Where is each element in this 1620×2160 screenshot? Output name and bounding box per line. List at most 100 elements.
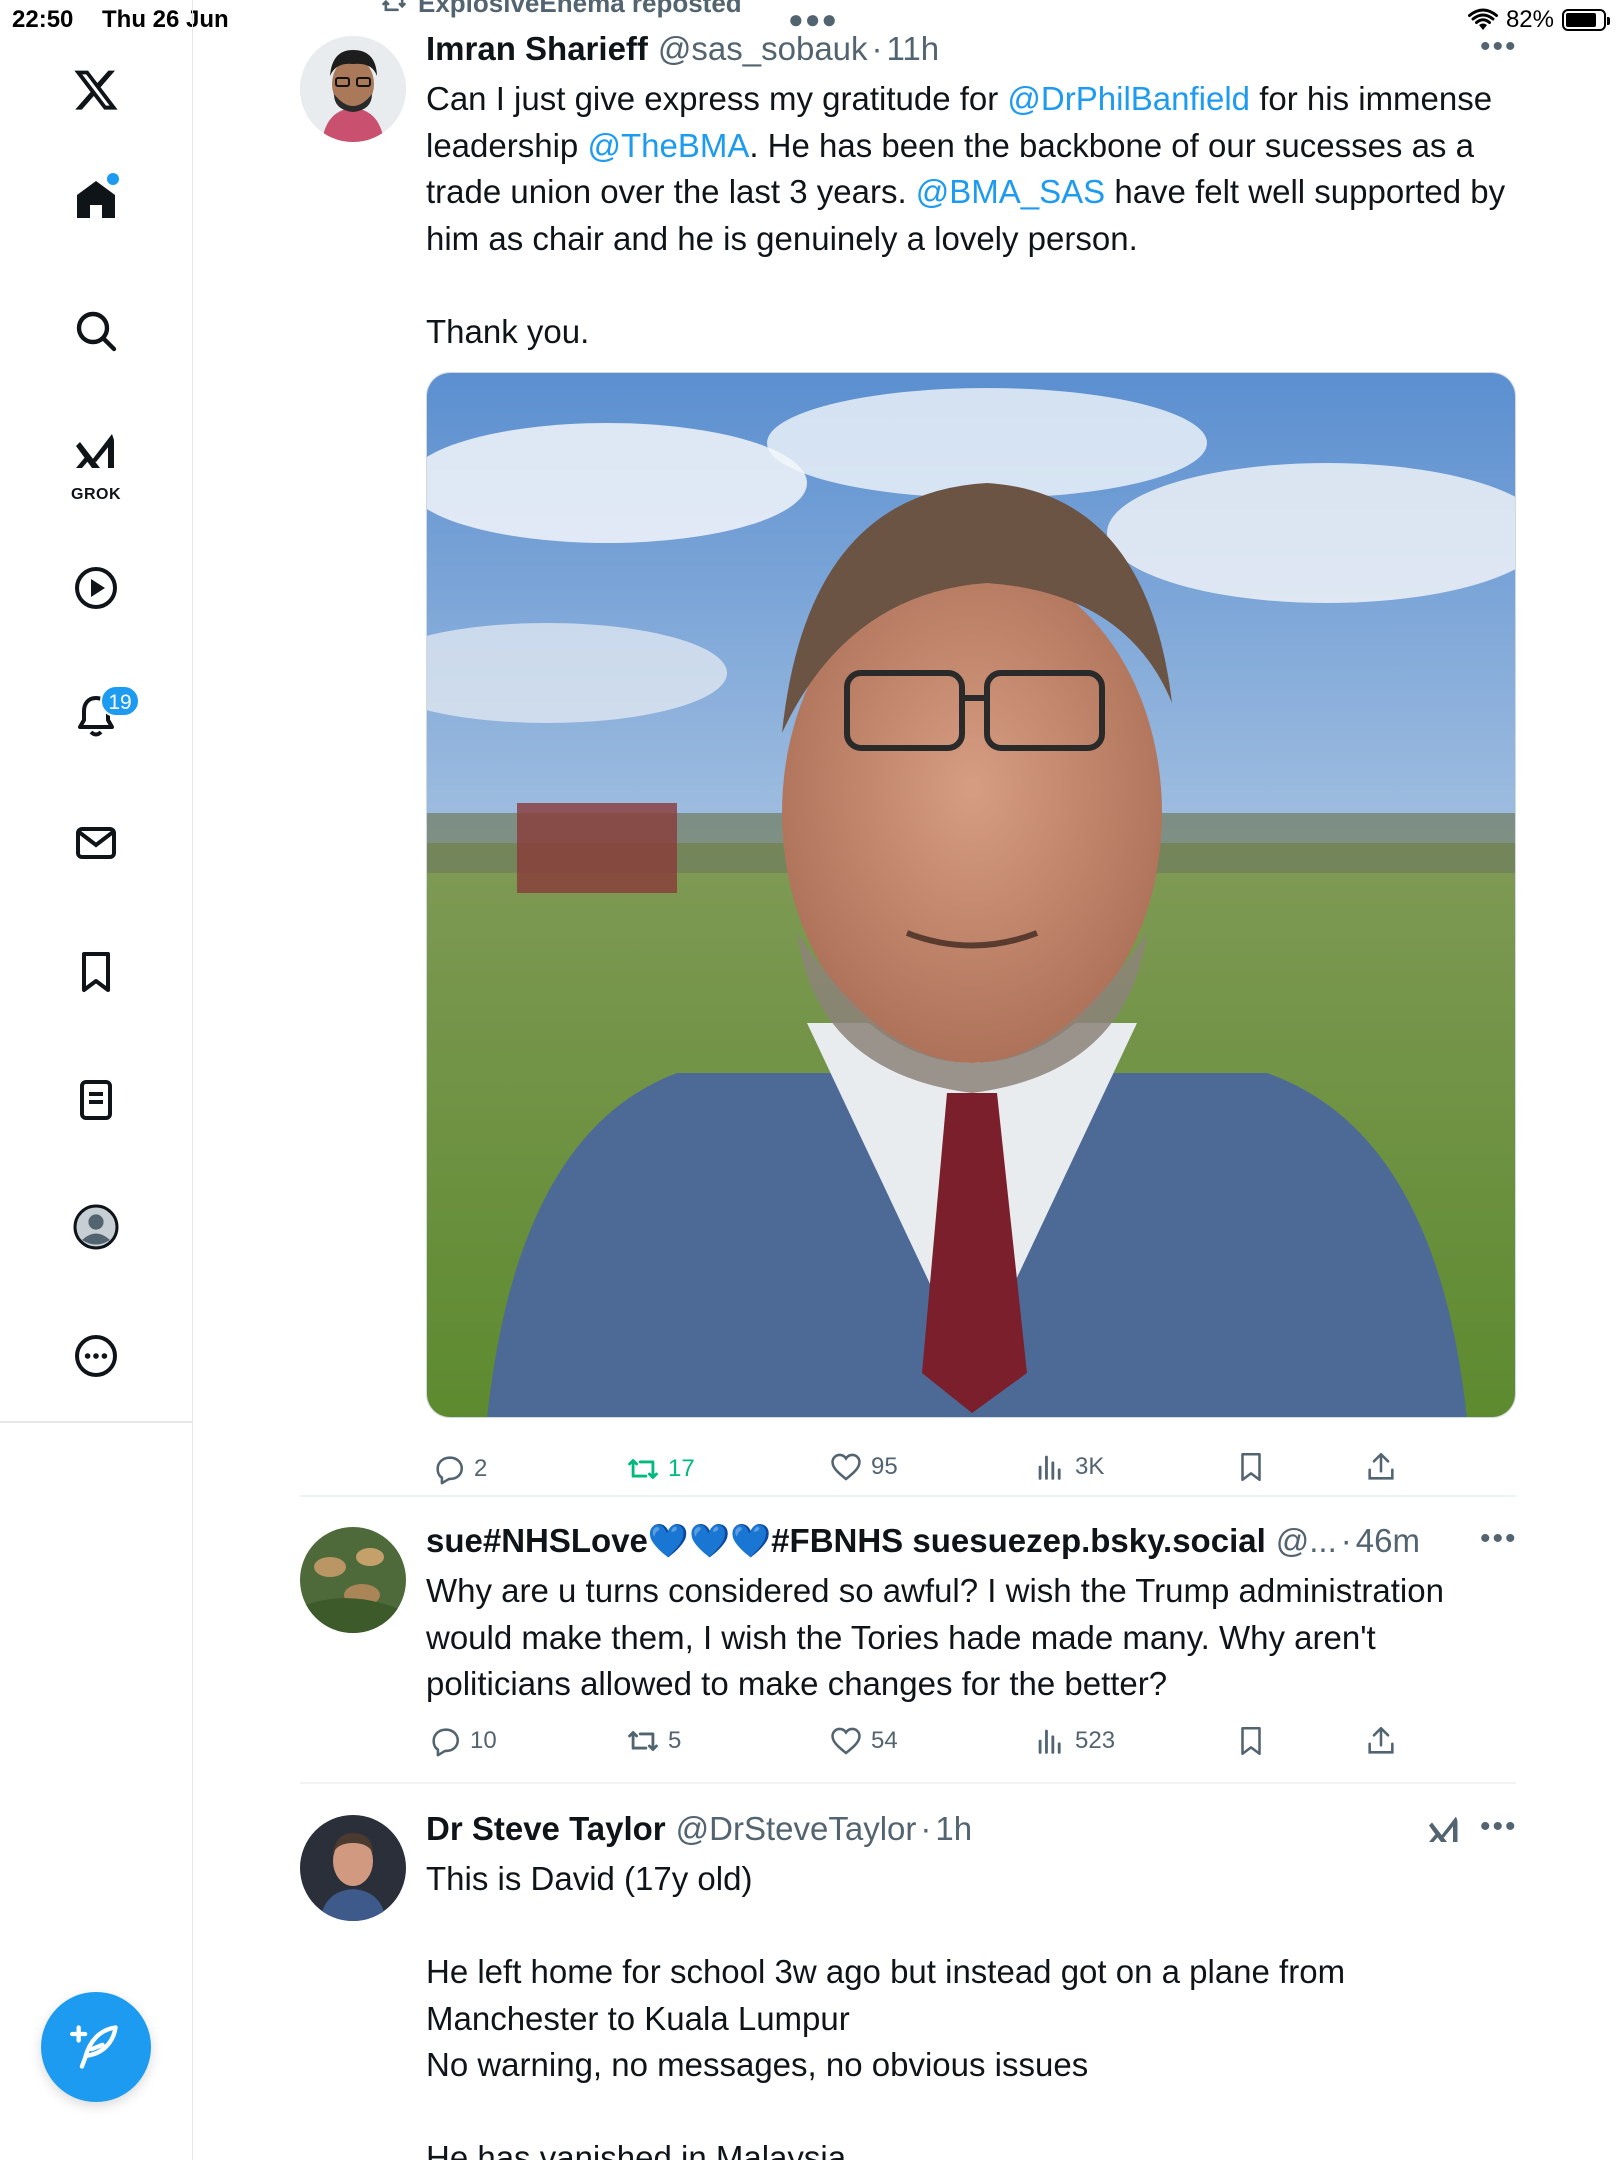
tweet-header: sue#NHSLove💙💙💙#FBNHS suesuezep.bsky.soci… <box>426 1522 1426 1561</box>
header-separator: · <box>871 30 883 67</box>
reply-button[interactable]: 2 <box>432 1452 487 1486</box>
repost-button[interactable]: 5 <box>626 1724 681 1758</box>
sidebar-item-explore[interactable] <box>66 301 126 361</box>
author-handle[interactable]: @sas_sobauk <box>658 30 868 68</box>
author-name[interactable]: Dr Steve Taylor <box>426 1810 666 1848</box>
views-icon <box>1038 1455 1061 1480</box>
header-separator: · <box>1340 1522 1352 1559</box>
views-count: 3K <box>1075 1453 1105 1480</box>
mention-link[interactable]: @DrPhilBanfield <box>1007 80 1250 117</box>
repost-icon <box>628 1731 658 1751</box>
bookmark-icon <box>1241 1452 1261 1482</box>
avatar[interactable] <box>300 1815 406 1921</box>
views-count: 523 <box>1075 1727 1116 1754</box>
author-handle[interactable]: @... <box>1276 1522 1337 1560</box>
like-button[interactable]: 95 <box>829 1450 898 1484</box>
tweet-text: Can I just give express my gratitude for… <box>426 76 1516 355</box>
more-options-icon[interactable]: ••• <box>1480 1810 1518 1844</box>
more-options-icon[interactable]: ••• <box>1480 30 1518 64</box>
tweet-header: Imran Sharieff @sas_sobauk · 11h <box>426 30 939 68</box>
repost-icon <box>628 1459 658 1479</box>
sidebar-item-more[interactable] <box>66 1326 126 1386</box>
tweet-divider <box>300 1782 1516 1784</box>
like-count: 95 <box>871 1453 898 1480</box>
list-icon <box>80 1080 112 1120</box>
mail-icon <box>76 827 116 859</box>
battery-level <box>1566 13 1596 27</box>
avatar-image <box>300 1527 406 1633</box>
grok-label: GROK <box>71 486 121 503</box>
reply-button[interactable]: 10 <box>428 1724 497 1758</box>
author-name[interactable]: Imran Sharieff <box>426 30 648 68</box>
grok-icon <box>76 434 114 468</box>
bookmark-icon <box>1241 1726 1261 1756</box>
reply-icon <box>436 1456 464 1485</box>
reply-icon <box>432 1728 460 1757</box>
avatar-image <box>300 36 406 142</box>
avatar-image <box>300 1815 406 1921</box>
tweet-header: Dr Steve Taylor @DrSteveTaylor · 1h <box>426 1810 972 1848</box>
bookmark-button[interactable] <box>1234 1724 1268 1758</box>
sidebar-item-grok[interactable] <box>66 422 126 482</box>
avatar[interactable] <box>300 36 406 142</box>
repost-count: 17 <box>668 1455 695 1482</box>
repost-button[interactable]: 17 <box>626 1452 695 1486</box>
reply-count: 2 <box>474 1455 488 1482</box>
sidebar-divider <box>0 1421 193 1423</box>
grok-icon <box>1429 1816 1458 1842</box>
share-button[interactable] <box>1364 1724 1398 1758</box>
battery-icon <box>1562 9 1610 31</box>
tweet-text: This is David (17y old) He left home for… <box>426 1860 1346 2160</box>
tweet-timestamp[interactable]: 1h <box>935 1810 972 1848</box>
compose-icon <box>70 2025 118 2069</box>
views-button[interactable]: 3K <box>1033 1450 1104 1484</box>
compose-button[interactable] <box>41 1992 151 2102</box>
bookmark-icon <box>82 952 110 992</box>
tweet-divider <box>300 1495 1516 1497</box>
repost-banner-text: ExplosiveEnema reposted <box>418 0 742 18</box>
avatar[interactable] <box>300 1527 406 1633</box>
profile-icon <box>73 1204 119 1250</box>
sidebar-item-profile[interactable] <box>66 1197 126 1257</box>
heart-icon <box>831 1453 861 1481</box>
x-logo[interactable] <box>66 60 126 120</box>
wifi-icon <box>1467 8 1498 30</box>
like-button[interactable]: 54 <box>829 1724 898 1758</box>
tweet-text-part: Can I just give express my gratitude for <box>426 80 1008 117</box>
mention-link[interactable]: @TheBMA <box>587 127 749 164</box>
reply-count: 10 <box>470 1727 497 1754</box>
tweet-timestamp[interactable]: 11h <box>887 30 940 68</box>
header-separator: · <box>920 1810 932 1847</box>
author-handle[interactable]: @DrSteveTaylor <box>676 1810 917 1848</box>
tweet-photo[interactable] <box>426 372 1516 1418</box>
views-button[interactable]: 523 <box>1033 1724 1115 1758</box>
sidebar: GROK 19 <box>0 0 193 2160</box>
share-icon <box>1368 1452 1394 1480</box>
sidebar-item-bookmarks[interactable] <box>66 942 126 1002</box>
sidebar-item-lists[interactable] <box>66 1070 126 1130</box>
search-icon <box>76 311 117 352</box>
author-name[interactable]: sue#NHSLove💙💙💙#FBNHS suesuezep.bsky.soci… <box>426 1522 1266 1561</box>
grok-explain-button[interactable] <box>1426 1812 1462 1848</box>
heart-icon <box>831 1727 861 1755</box>
home-notification-dot <box>107 173 119 185</box>
views-icon <box>1038 1729 1061 1754</box>
repost-banner[interactable]: ExplosiveEnema reposted <box>380 0 742 19</box>
portrait-image <box>427 373 1515 1417</box>
more-circle-icon <box>75 1335 117 1377</box>
mention-link[interactable]: @BMA_SAS <box>916 173 1105 210</box>
repost-count: 5 <box>668 1727 682 1754</box>
repost-icon <box>382 0 406 11</box>
tweet-timestamp[interactable]: 46m <box>1356 1522 1420 1560</box>
sidebar-item-video[interactable] <box>66 558 126 618</box>
tweet-text: Why are u turns considered so awful? I w… <box>426 1572 1454 1702</box>
share-button[interactable] <box>1364 1450 1398 1484</box>
more-options-icon[interactable]: ••• <box>1480 1522 1518 1556</box>
x-logo-icon <box>74 70 118 110</box>
notifications-badge: 19 <box>100 685 140 717</box>
sidebar-item-messages[interactable] <box>66 813 126 873</box>
share-icon <box>1368 1726 1394 1754</box>
like-count: 54 <box>871 1727 898 1754</box>
bookmark-button[interactable] <box>1234 1450 1268 1484</box>
play-icon <box>75 567 117 609</box>
